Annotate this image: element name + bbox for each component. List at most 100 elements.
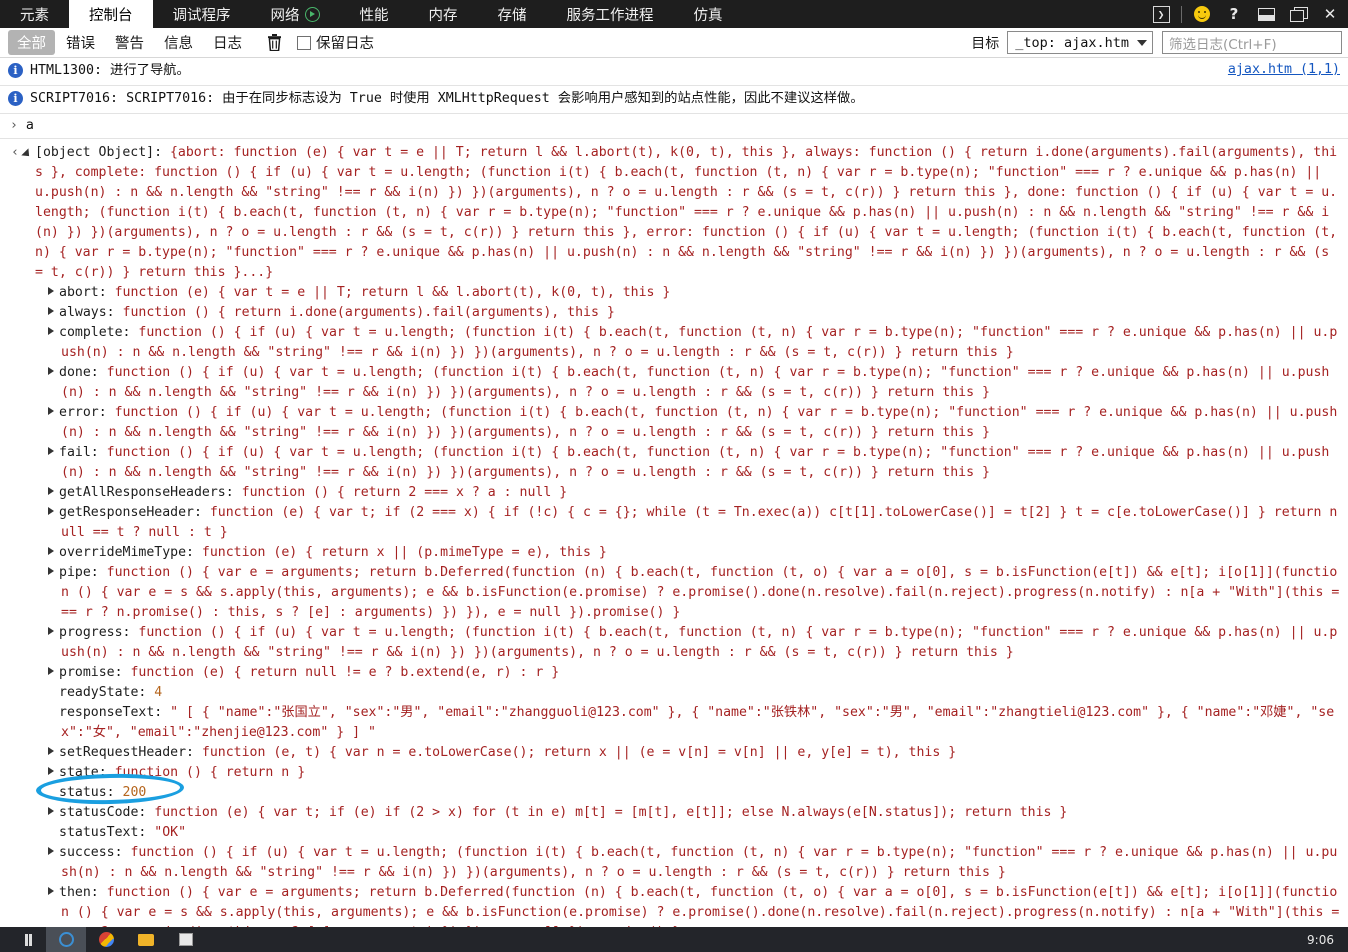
restore-icon — [1289, 7, 1308, 22]
taskbar-start-button[interactable] — [6, 927, 46, 952]
expand-triangle-icon[interactable] — [48, 846, 54, 855]
expand-triangle-icon[interactable] — [48, 886, 54, 895]
property-key: setRequestHeader: — [59, 744, 202, 760]
tab-storage[interactable]: 存储 — [478, 0, 547, 28]
taskbar-item-notepad[interactable] — [166, 927, 206, 952]
property-key: overrideMimeType: — [59, 544, 202, 560]
console-toolbar: 全部 错误 警告 信息 日志 保留日志 目标 _top: ajax.htm 筛选… — [0, 28, 1348, 58]
taskbar-item-ie[interactable] — [46, 927, 86, 952]
object-type-label: [object Object]: — [35, 144, 170, 160]
feedback-button[interactable] — [1186, 0, 1218, 28]
tab-label: 仿真 — [693, 7, 723, 24]
object-property[interactable]: setRequestHeader: function (e, t) { var … — [48, 743, 1342, 763]
tab-label: 元素 — [20, 7, 49, 24]
property-key: fail: — [59, 444, 107, 460]
object-property[interactable]: progress: function () { if (u) { var t =… — [48, 623, 1342, 663]
expand-triangle-icon[interactable] — [48, 446, 54, 455]
tab-console[interactable]: 控制台 — [69, 0, 153, 28]
tab-network[interactable]: 网络 — [251, 0, 340, 28]
object-header-row[interactable]: ‹ [object Object]: {abort: function (e) … — [0, 143, 1348, 283]
expand-triangle-open-icon[interactable] — [21, 148, 33, 160]
dock-button[interactable] — [1250, 0, 1282, 28]
object-property[interactable]: getAllResponseHeaders: function () { ret… — [48, 483, 1342, 503]
expand-triangle-icon[interactable] — [48, 286, 54, 295]
object-property[interactable]: complete: function () { if (u) { var t =… — [48, 323, 1342, 363]
expand-triangle-icon[interactable] — [48, 626, 54, 635]
taskbar-clock[interactable]: 9:06 — [1307, 933, 1342, 947]
console-message-row[interactable]: i SCRIPT7016: SCRIPT7016: 由于在同步标志设为 True… — [0, 86, 1348, 114]
object-property[interactable]: promise: function (e) { return null != e… — [48, 663, 1342, 683]
toolbar-separator — [1181, 5, 1182, 23]
console-prompt-row[interactable]: › a — [0, 113, 1348, 139]
tab-debugger[interactable]: 调试程序 — [153, 0, 251, 28]
object-property[interactable]: state: function () { return n } — [48, 763, 1342, 783]
tab-emulation[interactable]: 仿真 — [674, 0, 743, 28]
expand-triangle-icon[interactable] — [48, 326, 54, 335]
tab-service-workers[interactable]: 服务工作进程 — [547, 0, 674, 28]
target-frame-select[interactable]: _top: ajax.htm — [1007, 31, 1153, 54]
console-message-text: HTML1300: 进行了导航。 — [30, 63, 190, 78]
object-property[interactable]: abort: function (e) { var t = e || T; re… — [48, 283, 1342, 303]
console-message-source-link[interactable]: ajax.htm (1,1) — [1228, 62, 1340, 77]
object-property[interactable]: error: function () { if (u) { var t = u.… — [48, 403, 1342, 443]
preserve-log-control[interactable]: 保留日志 — [297, 30, 383, 55]
console-drawer-button[interactable]: ❯ — [1145, 0, 1177, 28]
filter-all-button[interactable]: 全部 — [8, 30, 55, 55]
object-property[interactable]: always: function () { return i.done(argu… — [48, 303, 1342, 323]
expand-triangle-icon[interactable] — [48, 546, 54, 555]
target-label: 目标 — [971, 35, 1000, 52]
object-property-readystate[interactable]: readyState: 4 — [48, 683, 1342, 703]
close-button[interactable]: ✕ — [1314, 0, 1346, 28]
target-frame-value: _top: ajax.htm — [1015, 34, 1129, 51]
object-property[interactable]: pipe: function () { var e = arguments; r… — [48, 563, 1342, 623]
expand-triangle-icon[interactable] — [48, 766, 54, 775]
property-value: function () { if (u) { var t = u.length;… — [61, 324, 1338, 360]
object-property[interactable]: getResponseHeader: function (e) { var t;… — [48, 503, 1342, 543]
restore-button[interactable] — [1282, 0, 1314, 28]
object-property[interactable]: overrideMimeType: function (e) { return … — [48, 543, 1342, 563]
object-property[interactable]: done: function () { if (u) { var t = u.l… — [48, 363, 1342, 403]
object-property-responsetext[interactable]: responseText: " [ { "name":"张国立", "sex":… — [48, 703, 1342, 743]
filter-logs-button[interactable]: 日志 — [204, 30, 251, 55]
help-button[interactable]: ? — [1218, 0, 1250, 28]
property-key: promise: — [59, 664, 131, 680]
filter-warnings-button[interactable]: 警告 — [106, 30, 153, 55]
filter-errors-button[interactable]: 错误 — [57, 30, 104, 55]
expand-triangle-icon[interactable] — [48, 506, 54, 515]
filter-log-input[interactable]: 筛选日志(Ctrl+F) — [1162, 31, 1342, 54]
tab-label: 网络 — [270, 7, 300, 24]
os-taskbar[interactable]: 9:06 — [0, 927, 1348, 952]
expand-triangle-icon[interactable] — [48, 406, 54, 415]
property-value: "OK" — [154, 824, 187, 840]
property-key: error: — [59, 404, 115, 420]
tab-performance[interactable]: 性能 — [340, 0, 409, 28]
console-message-row[interactable]: i HTML1300: 进行了导航。 ajax.htm (1,1) — [0, 58, 1348, 86]
expand-triangle-icon[interactable] — [48, 806, 54, 815]
taskbar-item-chrome[interactable] — [86, 927, 126, 952]
expand-triangle-icon[interactable] — [48, 746, 54, 755]
tab-memory[interactable]: 内存 — [409, 0, 478, 28]
object-property-status[interactable]: status: 200 — [48, 783, 1342, 803]
filter-info-button[interactable]: 信息 — [155, 30, 202, 55]
object-property[interactable]: statusCode: function (e) { var t; if (e)… — [48, 803, 1342, 823]
expand-triangle-icon[interactable] — [48, 566, 54, 575]
taskbar-item-folder[interactable] — [126, 927, 166, 952]
expand-triangle-icon[interactable] — [48, 306, 54, 315]
expand-triangle-icon[interactable] — [48, 486, 54, 495]
object-property[interactable]: then: function () { var e = arguments; r… — [48, 883, 1342, 927]
tab-elements[interactable]: 元素 — [0, 0, 69, 28]
feedback-smiley-icon — [1194, 6, 1210, 22]
play-icon[interactable] — [304, 6, 320, 22]
expand-triangle-icon[interactable] — [48, 366, 54, 375]
object-property-statustext[interactable]: statusText: "OK" — [48, 823, 1342, 843]
console-output[interactable]: i HTML1300: 进行了导航。 ajax.htm (1,1) i SCRI… — [0, 58, 1348, 927]
console-result-object[interactable]: ‹ [object Object]: {abort: function (e) … — [0, 139, 1348, 927]
preserve-log-checkbox[interactable] — [297, 35, 311, 50]
property-key: pipe: — [59, 564, 107, 580]
info-icon: i — [8, 90, 23, 106]
object-property[interactable]: success: function () { if (u) { var t = … — [48, 843, 1342, 883]
expand-triangle-icon[interactable] — [48, 666, 54, 675]
property-value: function (e) { return null != e ? b.exte… — [130, 664, 560, 680]
object-property[interactable]: fail: function () { if (u) { var t = u.l… — [48, 443, 1342, 483]
clear-console-button[interactable] — [261, 31, 287, 55]
